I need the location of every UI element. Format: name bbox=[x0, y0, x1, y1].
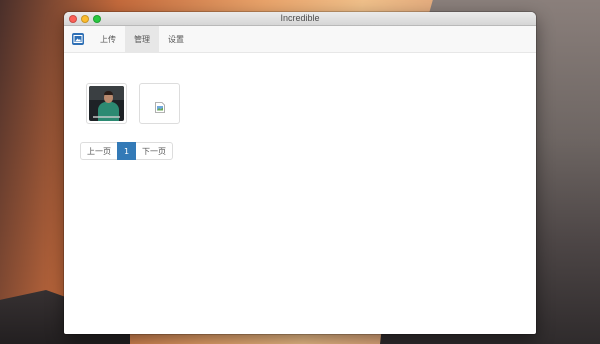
person-photo-thumbnail bbox=[89, 86, 124, 121]
navbar: 上传 管理 设置 bbox=[64, 26, 536, 53]
next-page-button[interactable]: 下一页 bbox=[135, 142, 173, 160]
nav-item-settings[interactable]: 设置 bbox=[159, 26, 193, 52]
picture-icon bbox=[71, 33, 84, 45]
window-title: Incredible bbox=[280, 13, 320, 23]
nav-item-manage[interactable]: 管理 bbox=[125, 26, 159, 52]
title-bar[interactable]: Incredible bbox=[64, 12, 536, 26]
page-1-button[interactable]: 1 bbox=[117, 142, 136, 160]
image-thumbnail[interactable] bbox=[86, 83, 127, 124]
broken-image-icon bbox=[154, 98, 165, 113]
previous-page-button[interactable]: 上一页 bbox=[80, 142, 118, 160]
pagination: 上一页 1 下一页 bbox=[80, 142, 173, 160]
app-window: Incredible 上传 管理 设置 上一页 1 下一页 bbox=[64, 12, 536, 334]
brand-link[interactable] bbox=[64, 26, 91, 52]
image-thumbnail[interactable] bbox=[139, 83, 180, 124]
nav-item-upload[interactable]: 上传 bbox=[91, 26, 125, 52]
